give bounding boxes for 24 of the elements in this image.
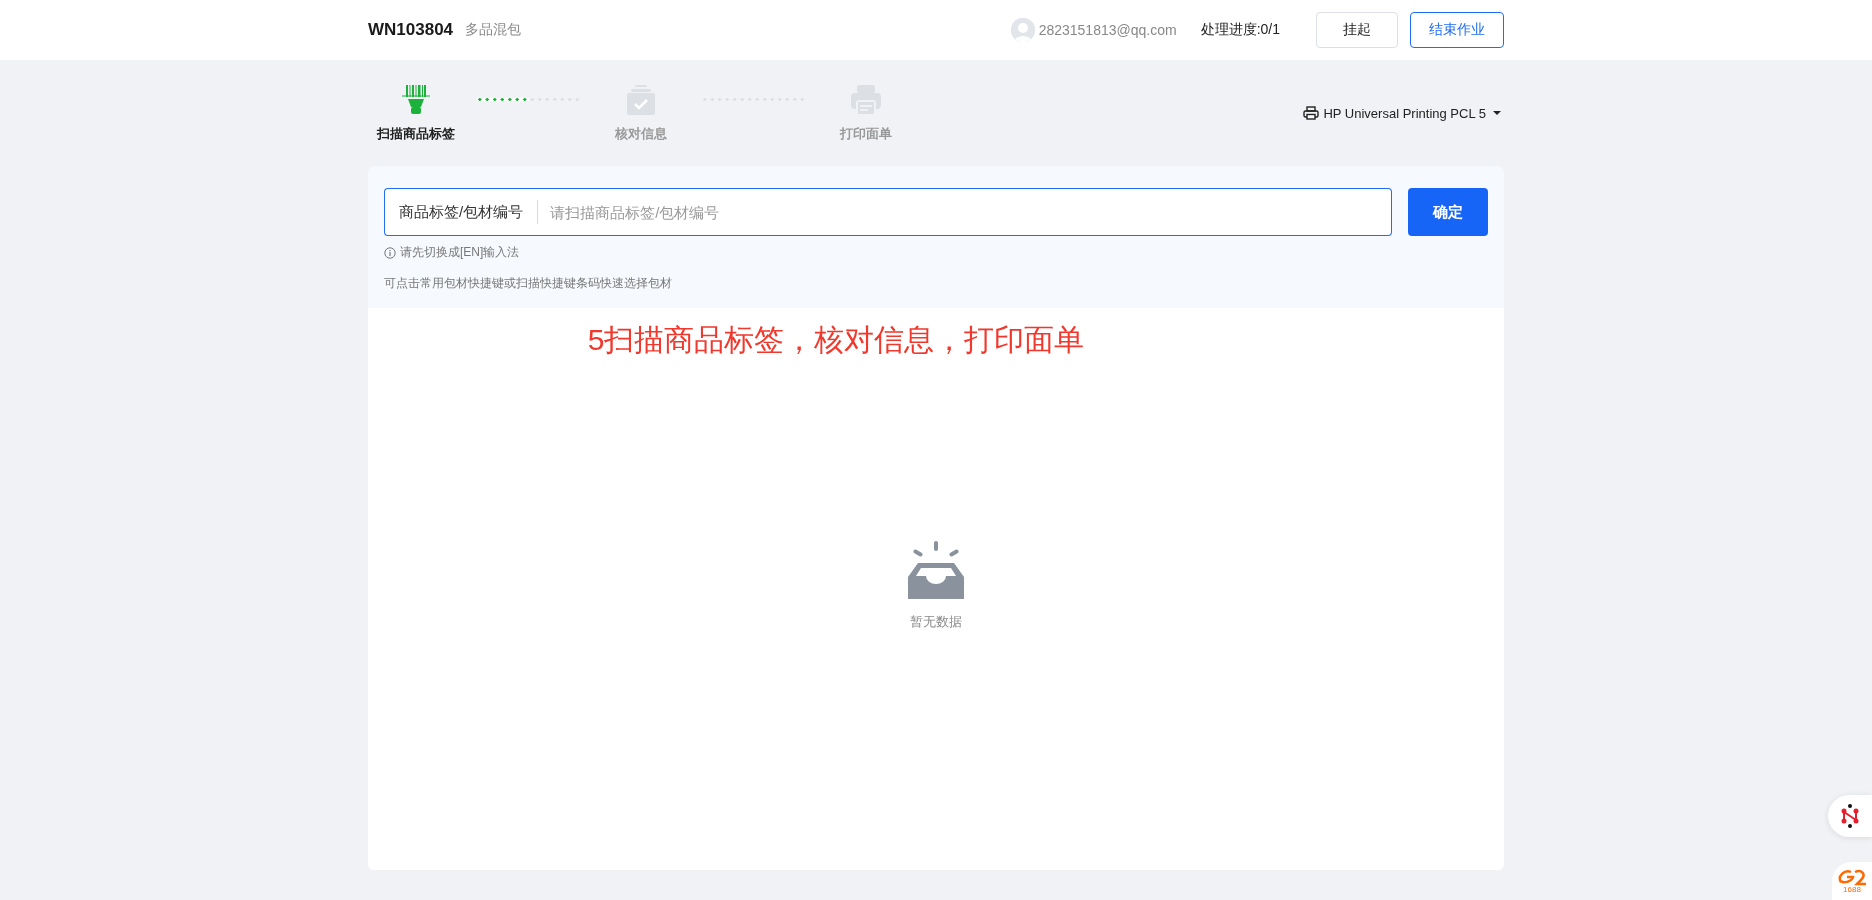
input-method-tip: 请先切换成[EN]输入法	[400, 244, 520, 261]
shortcut-hint: 可点击常用包材快捷键或扫描快捷键条码快速选择包材	[384, 275, 673, 292]
avatar-icon	[1010, 18, 1035, 42]
info-icon	[384, 246, 396, 259]
barcode-scanner-icon	[399, 83, 433, 117]
swirl-logo-icon	[1837, 868, 1867, 886]
order-number: WN103804	[368, 20, 454, 40]
step-label: 扫描商品标签	[377, 125, 455, 143]
printer-dropdown[interactable]: HP Universal Printing PCL 5	[1303, 105, 1504, 121]
network-nodes-icon	[1839, 804, 1861, 828]
user-email: 2823151813@qq.com	[1038, 22, 1177, 38]
step-label: 核对信息	[615, 125, 667, 143]
empty-text: 暂无数据	[910, 613, 962, 631]
finish-button[interactable]: 结束作业	[1410, 12, 1504, 48]
annotation-text: 5扫描商品标签，核对信息，打印面单	[587, 322, 1085, 358]
order-type: 多品混包	[465, 21, 522, 39]
assistant-button[interactable]	[1828, 795, 1872, 837]
suspend-button[interactable]: 挂起	[1316, 12, 1398, 48]
marketplace-logo-button[interactable]: 1688	[1832, 862, 1872, 900]
printer-icon	[1303, 106, 1320, 120]
progress-text: 处理进度:0/1	[1200, 21, 1280, 39]
confirm-button[interactable]: 确定	[1408, 188, 1488, 236]
step-label: 打印面单	[840, 125, 892, 143]
checked-tray-icon	[624, 83, 658, 117]
